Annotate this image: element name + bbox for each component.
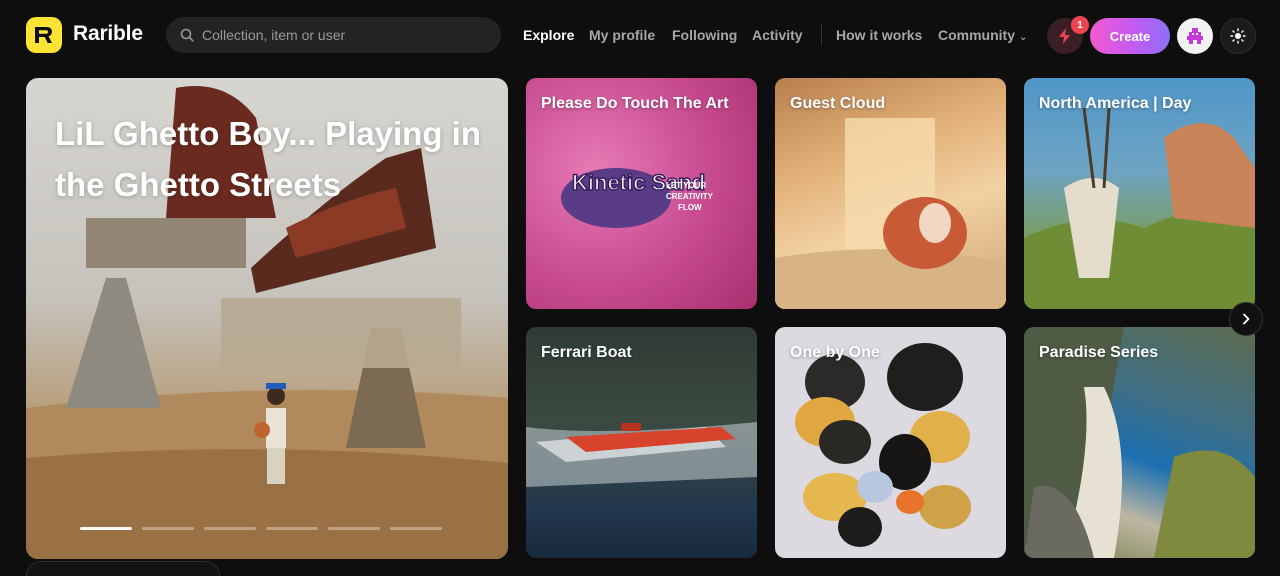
card-title[interactable]: Please Do Touch The Art [541,95,729,113]
search-input[interactable] [202,27,482,43]
nav-activity[interactable]: Activity [752,27,803,43]
avatar-icon [1187,28,1203,44]
header: Rarible Explore My profile Following Act… [0,0,1280,72]
search-bar[interactable] [166,17,501,53]
nav-how-it-works[interactable]: How it works [836,27,922,43]
nav-my-profile[interactable]: My profile [589,27,655,43]
card-title[interactable]: Guest Cloud [790,95,885,113]
nav-community-label: Community [938,27,1015,43]
collection-card[interactable]: North America | Day [1024,78,1255,309]
nav-following[interactable]: Following [672,27,737,43]
card-title[interactable]: Ferrari Boat [541,344,632,362]
hero-title[interactable]: LiL Ghetto Boy... Playing in the Ghetto … [55,108,495,210]
create-button[interactable]: Create [1090,18,1170,54]
theme-toggle-button[interactable] [1220,18,1256,54]
card-title[interactable]: North America | Day [1039,95,1191,113]
slide-indicators [80,527,452,530]
hero-card[interactable]: LiL Ghetto Boy... Playing in the Ghetto … [26,78,508,559]
notification-badge: 1 [1071,16,1089,34]
chevron-down-icon: ⌄ [1019,32,1028,43]
card-title[interactable]: Paradise Series [1039,344,1158,362]
slide-dot[interactable] [328,527,380,530]
search-icon [180,28,194,42]
rarible-logo[interactable] [26,17,62,53]
collection-card[interactable]: Guest Cloud [775,78,1006,309]
sun-icon [1230,28,1246,44]
slide-dot[interactable] [266,527,318,530]
carousel-next-button[interactable] [1229,302,1263,336]
chevron-right-icon [1243,313,1250,325]
slide-dot[interactable] [204,527,256,530]
card-title[interactable]: One by One [790,344,880,362]
nav-community[interactable]: Community ⌄ [938,27,1027,43]
collection-card[interactable]: Kinetic Sand LET YOUR CREATIVITY FLOW Pl… [526,78,757,309]
collection-card[interactable]: One by One [775,327,1006,558]
creativity-text: LET YOUR [666,181,707,190]
slide-dot[interactable] [80,527,132,530]
bolt-icon [1059,28,1070,44]
filter-pill[interactable] [26,561,220,576]
creativity-text-3: FLOW [678,203,702,212]
logo-mark-icon [35,27,52,43]
slide-dot[interactable] [142,527,194,530]
creativity-text-2: CREATIVITY [666,192,714,201]
collection-card[interactable]: Ferrari Boat [526,327,757,558]
nav-divider [821,24,822,46]
collection-card[interactable]: Paradise Series [1024,327,1255,558]
brand-name[interactable]: Rarible [73,22,143,46]
slide-dot[interactable] [390,527,442,530]
nav-explore[interactable]: Explore [523,27,574,43]
avatar[interactable] [1177,18,1213,54]
